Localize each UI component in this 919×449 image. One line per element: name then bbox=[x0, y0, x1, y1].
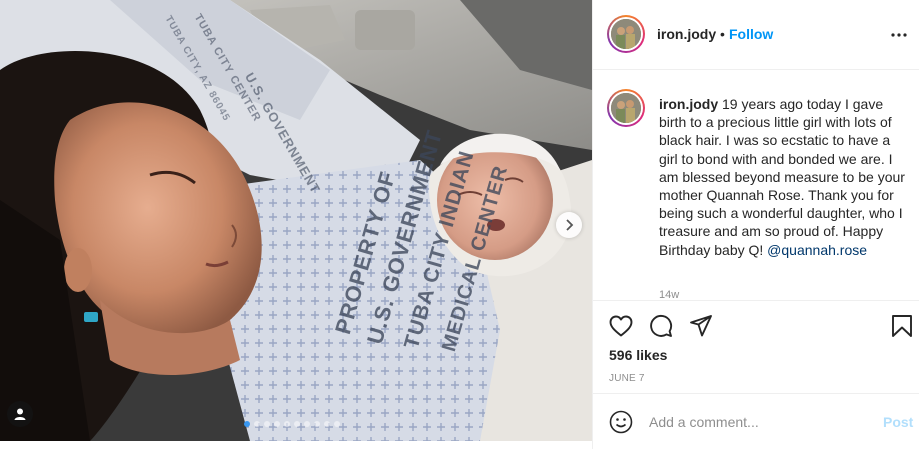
carousel-dot bbox=[304, 421, 310, 427]
post-details-panel: iron.jody • Follow iron.jody 19 years ag… bbox=[592, 0, 919, 449]
more-horizontal-icon bbox=[891, 33, 907, 37]
caption-avatar-image bbox=[611, 93, 641, 123]
avatar-image bbox=[611, 19, 641, 49]
post-photo[interactable]: PROPERTY OF U.S. GOVERNMENT TUBA CITY IN… bbox=[0, 0, 592, 441]
comment-bubble-icon bbox=[650, 315, 673, 337]
chevron-right-icon bbox=[566, 219, 574, 231]
add-comment-bar: Post bbox=[593, 393, 919, 449]
caption-avatar[interactable] bbox=[607, 89, 645, 127]
follow-button[interactable]: Follow bbox=[729, 26, 773, 42]
more-options-button[interactable] bbox=[889, 26, 909, 44]
comments-section[interactable]: iron.jody 19 years ago today I gave birt… bbox=[593, 71, 919, 299]
post-caption: iron.jody 19 years ago today I gave birt… bbox=[659, 95, 905, 259]
save-button[interactable] bbox=[890, 314, 914, 338]
likes-count[interactable]: 596 likes bbox=[609, 347, 667, 363]
instagram-post: PROPERTY OF U.S. GOVERNMENT TUBA CITY IN… bbox=[0, 0, 919, 449]
paper-plane-icon bbox=[690, 315, 712, 337]
carousel-dot bbox=[244, 421, 250, 427]
caption-timestamp[interactable]: 14w bbox=[659, 289, 679, 299]
post-comment-button[interactable]: Post bbox=[883, 414, 913, 430]
caption-avatar-photo bbox=[611, 93, 641, 123]
emoji-button[interactable] bbox=[609, 410, 633, 434]
tagged-users-button[interactable] bbox=[7, 401, 33, 427]
carousel-dot bbox=[254, 421, 260, 427]
caption-username-link[interactable]: iron.jody bbox=[659, 96, 718, 112]
carousel-dot bbox=[264, 421, 270, 427]
caption-text: 19 years ago today I gave birth to a pre… bbox=[659, 96, 905, 258]
like-button[interactable] bbox=[609, 314, 633, 338]
bookmark-icon bbox=[892, 315, 912, 337]
carousel-next-button[interactable] bbox=[556, 212, 582, 238]
post-date[interactable]: JUNE 7 bbox=[609, 373, 645, 384]
header-separator: • bbox=[720, 26, 725, 42]
avatar-border bbox=[609, 17, 643, 51]
carousel-dot bbox=[294, 421, 300, 427]
share-button[interactable] bbox=[689, 314, 713, 338]
smiley-icon bbox=[609, 410, 633, 434]
carousel-dot bbox=[324, 421, 330, 427]
caption-avatar-border bbox=[609, 91, 643, 125]
carousel-dot bbox=[274, 421, 280, 427]
carousel-dot bbox=[314, 421, 320, 427]
avatar-photo bbox=[611, 19, 641, 49]
caption-mention-link[interactable]: @quannah.rose bbox=[767, 242, 867, 258]
media-bottom-strip bbox=[0, 441, 592, 449]
comment-button[interactable] bbox=[649, 314, 673, 338]
avatar[interactable] bbox=[607, 15, 645, 53]
user-tag-icon bbox=[14, 408, 26, 420]
carousel-dot bbox=[334, 421, 340, 427]
photo-illustration bbox=[0, 0, 592, 441]
heart-icon bbox=[609, 315, 633, 337]
post-actions: 596 likes JUNE 7 Post bbox=[593, 300, 919, 448]
carousel-dot bbox=[284, 421, 290, 427]
comment-input[interactable] bbox=[649, 411, 869, 433]
header-username-link[interactable]: iron.jody bbox=[657, 26, 716, 42]
post-header: iron.jody • Follow bbox=[593, 0, 919, 70]
carousel-indicator bbox=[244, 421, 340, 427]
